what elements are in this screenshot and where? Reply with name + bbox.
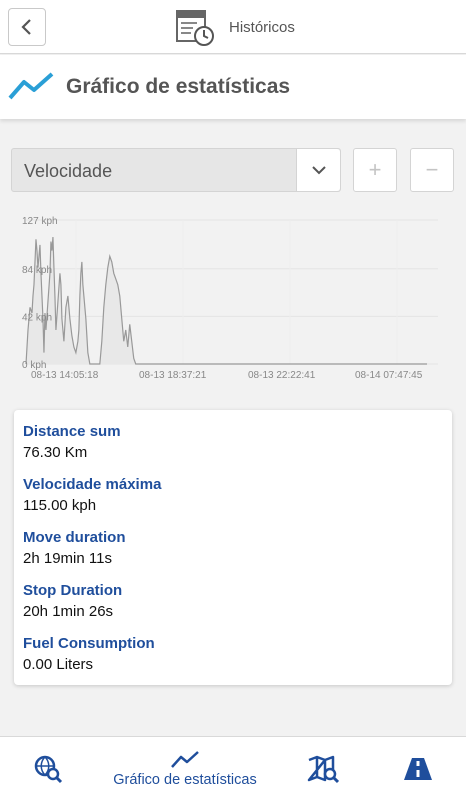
map-search-icon <box>307 755 339 784</box>
x-tick-label: 08-13 14:05:18 <box>31 370 99 381</box>
stat-value: 76.30 Km <box>23 444 88 461</box>
chart-controls: Velocidade + − <box>11 148 455 192</box>
stat-value: 20h 1min 26s <box>23 603 114 620</box>
page-title: Gráfico de estatísticas <box>66 75 291 98</box>
x-tick-label: 08-13 22:22:41 <box>248 370 316 381</box>
x-tick-label: 08-13 18:37:21 <box>139 370 207 381</box>
y-tick-label: 84 kph <box>22 265 52 276</box>
zoom-in-button[interactable]: + <box>353 148 397 192</box>
nav-road[interactable] <box>398 737 438 800</box>
speed-chart: 127 kph84 kph42 kph0 kph08-13 14:05:18 08… <box>22 216 438 381</box>
speed-area <box>26 237 428 364</box>
stat-value: 115.00 kph <box>23 497 97 514</box>
back-button[interactable] <box>8 8 46 46</box>
top-title-group: Históricos <box>175 6 295 48</box>
minus-icon: − <box>425 157 439 182</box>
chevron-left-icon <box>21 19 31 35</box>
top-bar: Históricos <box>0 0 466 54</box>
stat-label: Move duration <box>23 529 126 546</box>
stat-fuel-consumption: Fuel Consumption 0.00 Liters <box>23 634 443 676</box>
nav-globe-search[interactable] <box>28 737 68 800</box>
metric-select-value: Velocidade <box>24 161 113 181</box>
x-tick-label: 08-14 07:47:45 <box>355 370 423 381</box>
stat-move-duration: Move duration 2h 19min 11s <box>23 528 443 570</box>
stat-label: Fuel Consumption <box>23 635 155 652</box>
road-icon <box>404 758 432 780</box>
stat-label: Velocidade máxima <box>23 476 162 493</box>
y-tick-label: 42 kph <box>22 312 52 323</box>
calendar-clock-icon <box>176 10 214 46</box>
stat-distance-sum: Distance sum 76.30 Km <box>23 422 443 464</box>
stat-label: Stop Duration <box>23 582 123 599</box>
stat-max-speed: Velocidade máxima 115.00 kph <box>23 475 443 517</box>
stat-stop-duration: Stop Duration 20h 1min 26s <box>23 581 443 623</box>
bottom-nav: Gráfico de estatísticas <box>0 736 466 800</box>
nav-statistics-label: Gráfico de estatísticas <box>113 772 257 788</box>
stat-value: 2h 19min 11s <box>23 550 112 567</box>
metric-select[interactable]: Velocidade <box>11 148 341 192</box>
globe-search-icon <box>34 755 63 784</box>
zoom-out-button[interactable]: − <box>410 148 454 192</box>
select-caret[interactable] <box>296 149 340 191</box>
section-header: Gráfico de estatísticas <box>0 55 466 119</box>
chevron-down-icon <box>311 166 326 175</box>
top-title: Históricos <box>229 18 295 36</box>
nav-map-search[interactable] <box>303 737 343 800</box>
nav-statistics-chart[interactable]: Gráfico de estatísticas <box>100 737 270 800</box>
stats-card: Distance sum 76.30 Km Velocidade máxima … <box>14 410 452 685</box>
line-chart-icon <box>8 72 54 100</box>
stat-label: Distance sum <box>23 423 121 440</box>
plus-icon: + <box>368 157 382 182</box>
y-tick-label: 127 kph <box>22 216 58 227</box>
line-chart-icon <box>171 751 199 768</box>
stat-value: 0.00 Liters <box>23 656 94 673</box>
